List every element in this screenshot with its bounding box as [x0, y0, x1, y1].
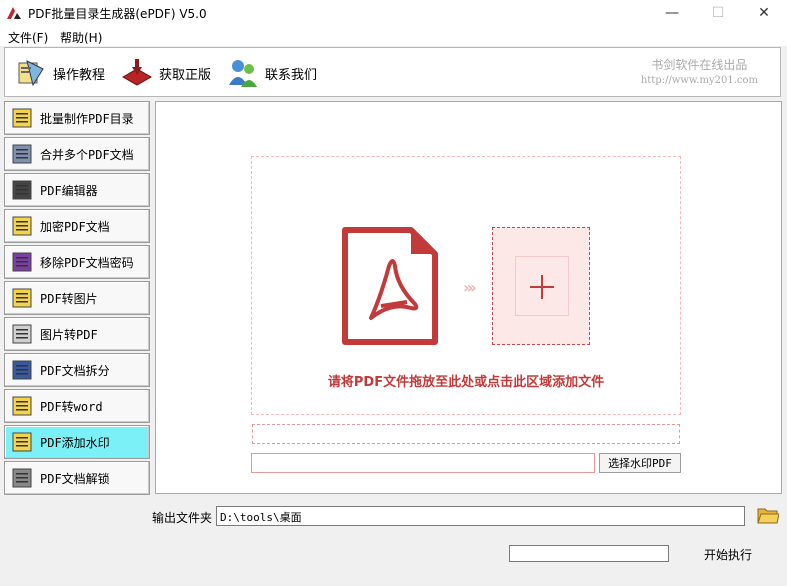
- contact-icon: [229, 60, 257, 87]
- sidebar-item-label: PDF编辑器: [40, 183, 98, 198]
- merge-icon: [12, 144, 32, 164]
- toolbar: 操作教程 获取正版 联系我们 书剑软件在线出品 http://www.my201…: [4, 47, 781, 97]
- contact-button[interactable]: 联系我们: [227, 56, 317, 90]
- sidebar-item[interactable]: 合并多个PDF文档: [4, 137, 150, 171]
- buy-button[interactable]: 获取正版: [121, 56, 211, 90]
- sidebar-item-label: PDF文档解锁: [40, 471, 110, 486]
- drop-zone[interactable]: ››› 请将PDF文件拖放至此处或点击此区域添加文件: [251, 156, 681, 415]
- watermark-text-input[interactable]: [252, 424, 680, 444]
- sidebar-item-label: PDF转word: [40, 399, 103, 414]
- sidebar-item-label: 移除PDF文档密码: [40, 255, 134, 270]
- plus-icon: [530, 275, 554, 299]
- buy-icon: [121, 59, 153, 86]
- tutorial-label: 操作教程: [53, 67, 106, 83]
- sidebar-item[interactable]: 加密PDF文档: [4, 209, 150, 243]
- sidebar-item-label: PDF文档拆分: [40, 363, 110, 378]
- sidebar-item[interactable]: PDF文档拆分: [4, 353, 150, 387]
- main-panel: ››› 请将PDF文件拖放至此处或点击此区域添加文件 选择水印PDF: [155, 101, 782, 494]
- word-icon: [12, 396, 32, 416]
- watermark-pdf-path-input[interactable]: [251, 453, 595, 473]
- sidebar-item-label: PDF转图片: [40, 291, 98, 306]
- clip-icon: [12, 324, 32, 344]
- menu-help[interactable]: 帮助(H): [60, 29, 102, 46]
- folder-list-icon: [12, 108, 32, 128]
- tutorial-icon: [18, 60, 44, 87]
- brand-name: 书剑软件在线出品: [651, 58, 748, 72]
- lock-icon: [12, 216, 32, 236]
- sidebar-item[interactable]: PDF编辑器: [4, 173, 150, 207]
- maximize-button[interactable]: ☐: [695, 0, 741, 26]
- brand-block: 书剑软件在线出品 http://www.my201.com: [641, 56, 758, 86]
- app-logo-icon: [7, 7, 21, 19]
- title-bar: PDF批量目录生成器(ePDF) V5.0 — ☐ ✕: [0, 0, 787, 26]
- split-icon: [12, 360, 32, 380]
- output-folder-label: 输出文件夹: [152, 511, 213, 525]
- select-watermark-button[interactable]: 选择水印PDF: [599, 453, 681, 473]
- progress-bar: [509, 545, 669, 562]
- window-title: PDF批量目录生成器(ePDF) V5.0: [28, 7, 207, 21]
- sidebar-item[interactable]: 移除PDF文档密码: [4, 245, 150, 279]
- contact-label: 联系我们: [265, 67, 318, 83]
- add-file-inner: [515, 256, 569, 316]
- add-file-button[interactable]: [492, 227, 590, 345]
- sidebar-item[interactable]: 批量制作PDF目录: [4, 101, 150, 135]
- open-folder-icon[interactable]: [757, 505, 779, 525]
- sidebar-item[interactable]: PDF转图片: [4, 281, 150, 315]
- minimize-button[interactable]: —: [649, 0, 695, 26]
- brand-url: http://www.my201.com: [640, 75, 758, 86]
- close-button[interactable]: ✕: [741, 0, 787, 26]
- menu-bar: 文件(F) 帮助(H): [0, 26, 787, 46]
- sidebar-item[interactable]: PDF文档解锁: [4, 461, 150, 495]
- sidebar-item[interactable]: PDF添加水印: [4, 425, 150, 459]
- unlock-icon: [12, 252, 32, 272]
- sidebar-item-label: 批量制作PDF目录: [40, 111, 134, 126]
- drop-hint: 请将PDF文件拖放至此处或点击此区域添加文件: [327, 375, 605, 390]
- watermark-icon: [12, 432, 32, 452]
- sidebar-item[interactable]: 图片转PDF: [4, 317, 150, 351]
- start-button[interactable]: 开始执行: [704, 546, 752, 563]
- keys-icon: [12, 468, 32, 488]
- sidebar-item-label: 加密PDF文档: [40, 219, 110, 234]
- output-folder-input[interactable]: D:\tools\桌面: [216, 506, 745, 526]
- sidebar-item-label: 图片转PDF: [40, 327, 98, 342]
- sidebar-item-label: PDF添加水印: [40, 435, 110, 450]
- edit-icon: [12, 180, 32, 200]
- arrows-icon: ›››: [463, 278, 477, 297]
- buy-label: 获取正版: [159, 67, 212, 83]
- sidebar-item[interactable]: PDF转word: [4, 389, 150, 423]
- sidebar-item-label: 合并多个PDF文档: [40, 147, 134, 162]
- image-icon: [12, 288, 32, 308]
- tutorial-button[interactable]: 操作教程: [15, 56, 105, 90]
- pdf-file-icon: [342, 227, 438, 345]
- menu-file[interactable]: 文件(F): [8, 29, 48, 46]
